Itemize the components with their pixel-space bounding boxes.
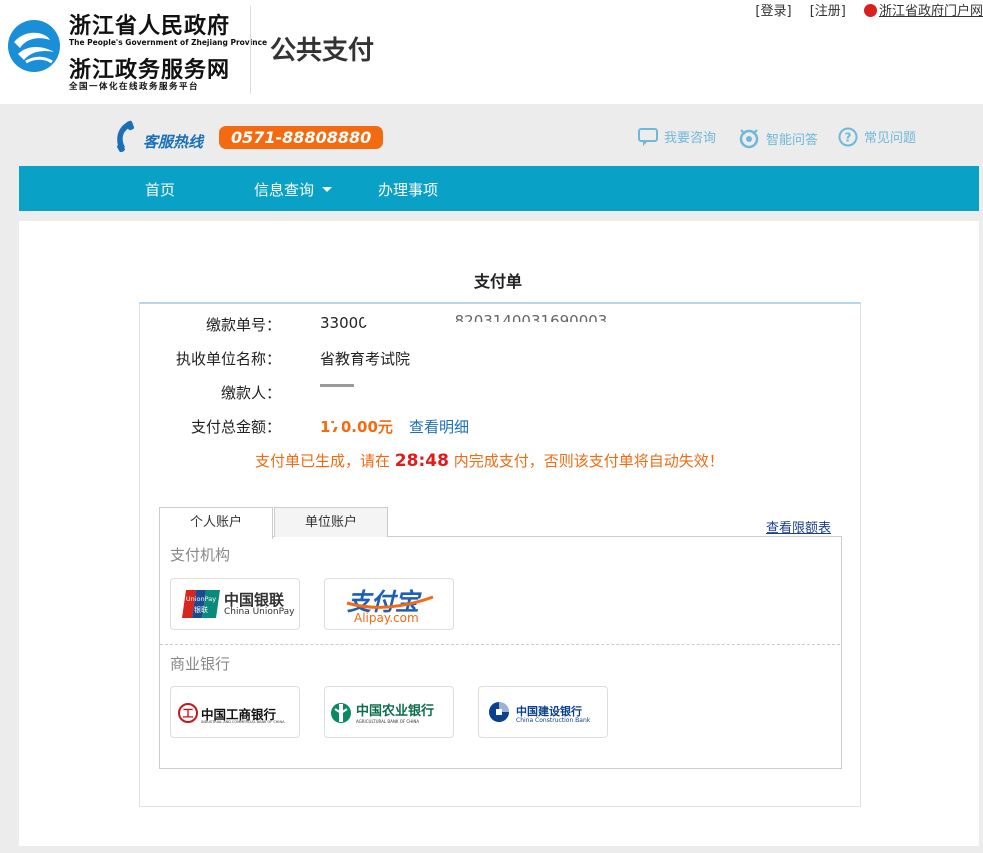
abc-name-en: AGRICULTURAL BANK OF CHINA — [356, 719, 420, 724]
chat-icon — [638, 128, 658, 146]
nav-info-query-label: 信息查询 — [254, 181, 315, 199]
chevron-down-icon — [322, 187, 333, 192]
abc-option[interactable]: 中国农业银行 AGRICULTURAL BANK OF CHINA — [324, 686, 454, 738]
national-emblem-icon — [863, 4, 877, 17]
icbc-symbol: 工 — [183, 707, 194, 720]
bill-title: 支付单 — [474, 272, 523, 291]
order-no-label: 缴款单号： — [205, 316, 281, 334]
section-payment-institutions: 支付机构 — [170, 546, 231, 564]
tab-personal-account[interactable]: 个人账户 — [159, 507, 273, 539]
consult-label: 我要咨询 — [664, 131, 717, 146]
order-no-value: 33000 — [320, 314, 368, 332]
payee-label: 执收单位名称： — [175, 350, 281, 368]
unionpay-badge-en: UnionPay — [186, 595, 216, 603]
unionpay-name-en: China UnionPay — [224, 607, 295, 617]
portal-link[interactable]: 浙江省政府门户网 — [863, 4, 983, 19]
logo-title-gov: 浙江省人民政府 — [69, 13, 231, 39]
faq-label: 常见问题 — [864, 131, 917, 146]
redaction-mask — [334, 418, 342, 427]
view-detail-link[interactable]: 查看明细 — [409, 416, 469, 437]
top-links: [登录] [注册] 浙江省政府门户网 — [741, 0, 983, 19]
notice-prefix: 支付单已生成，请在 — [255, 452, 391, 470]
logo-tagline: 全国一体化在线政务服务平台 — [69, 82, 200, 92]
tab-business-account[interactable]: 单位账户 — [274, 507, 388, 537]
zhejiang-logo-icon — [8, 20, 60, 72]
portal-link-label: 浙江省政府门户网 — [878, 4, 983, 19]
question-icon: ? — [838, 127, 858, 147]
ccb-logo-icon — [489, 702, 509, 722]
payee-value: 省教育考试院 — [320, 350, 411, 368]
redaction-mask — [420, 322, 630, 332]
nav-info-query[interactable]: 信息查询 — [254, 179, 333, 200]
payer-value-redacted — [320, 384, 354, 387]
alipay-name-en: Alipay.com — [354, 611, 419, 625]
unionpay-option[interactable]: UnionPay 银联 中国银联 China UnionPay — [170, 578, 300, 630]
payment-notice: 支付单已生成，请在 28:48 内完成支付，否则该支付单将自动失效！ — [255, 450, 724, 471]
site-name: 公共支付 — [270, 36, 375, 66]
icbc-option[interactable]: 工 中国工商银行 INDUSTRIAL AND COMMERCIAL BANK … — [170, 686, 300, 738]
notice-suffix: 内完成支付，否则该支付单将自动失效！ — [453, 452, 724, 470]
abc-name-cn: 中国农业银行 — [356, 704, 435, 719]
header-divider — [250, 6, 251, 94]
nav-affairs[interactable]: 办理事项 — [378, 179, 438, 200]
ai-qa-link[interactable]: 智能问答 — [738, 127, 818, 149]
total-amount: 170.00元 — [320, 418, 393, 436]
hotline-number: 0571-88808880 — [219, 126, 384, 149]
payer-label: 缴款人： — [220, 384, 281, 402]
ai-qa-label: 智能问答 — [766, 133, 819, 148]
faq-link[interactable]: ? 常见问题 — [838, 127, 916, 147]
icbc-logo-icon: 工 — [178, 703, 198, 723]
section-divider — [160, 644, 840, 645]
ccb-name-en: China Construction Bank — [516, 717, 591, 724]
abc-logo-icon — [331, 703, 351, 723]
unionpay-logo-icon: UnionPay 银联 — [182, 590, 220, 618]
unionpay-badge-cn: 银联 — [194, 605, 208, 614]
alipay-swoosh-icon — [346, 595, 434, 609]
robot-icon — [739, 129, 759, 149]
nav-home[interactable]: 首页 — [145, 179, 175, 200]
countdown-timer: 28:48 — [394, 451, 449, 471]
view-limit-table-link[interactable]: 查看限额表 — [766, 517, 831, 536]
alipay-option[interactable]: 支付宝 Alipay.com — [324, 578, 454, 630]
login-link[interactable]: [登录] — [755, 4, 791, 19]
svg-text:?: ? — [845, 131, 852, 145]
ccb-option[interactable]: 中国建设银行 China Construction Bank — [478, 686, 608, 738]
total-label: 支付总金额： — [190, 418, 281, 436]
logo-english: The People's Government of Zhejiang Prov… — [69, 38, 268, 47]
main-nav: 首页 信息查询 办理事项 — [19, 166, 979, 211]
hotline-label: 客服热线 — [143, 133, 204, 151]
icbc-name-en: INDUSTRIAL AND COMMERCIAL BANK OF CHINA — [201, 720, 285, 724]
phone-icon — [117, 120, 134, 152]
consult-link[interactable]: 我要咨询 — [638, 127, 716, 147]
section-commercial-banks: 商业银行 — [170, 655, 231, 673]
register-link[interactable]: [注册] — [810, 4, 846, 19]
